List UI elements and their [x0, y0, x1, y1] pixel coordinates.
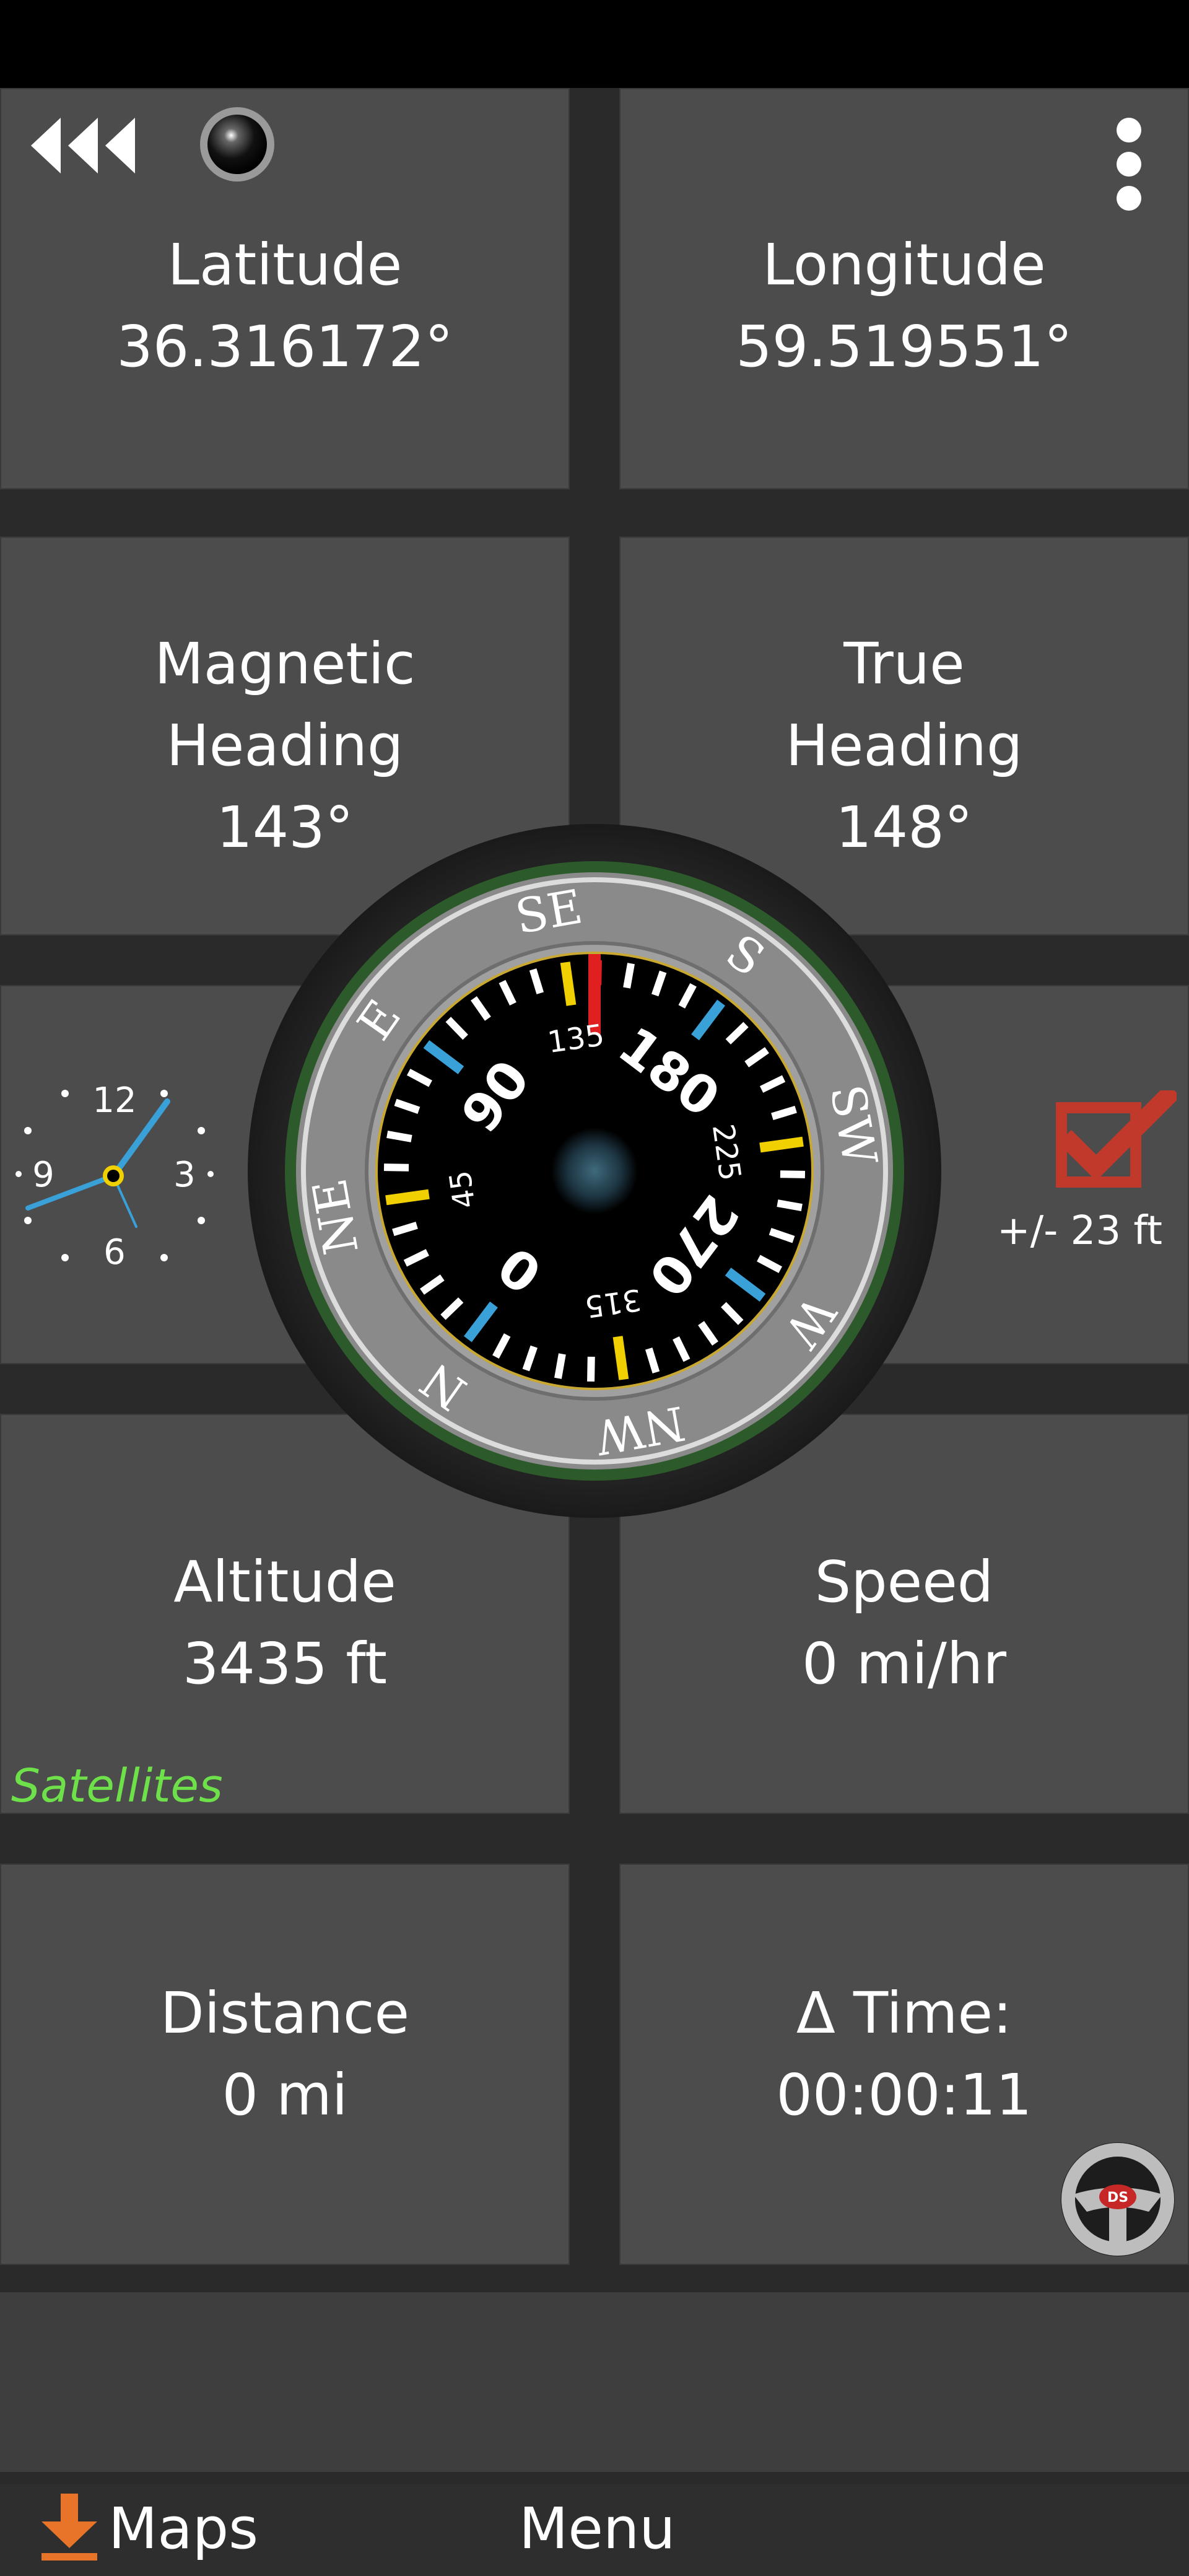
distance-tile[interactable]: Distance 0 mi [0, 1864, 570, 2265]
compass-hub [551, 1128, 638, 1214]
compass-tick [612, 1336, 629, 1380]
true-heading-label-2: Heading [785, 712, 1023, 779]
altitude-value: 3435 ft [182, 1631, 388, 1697]
clock-label-3: 3 [173, 1155, 196, 1195]
clock-label-9: 9 [32, 1155, 54, 1195]
magnetic-heading-label-1: Magnetic [154, 631, 416, 697]
clock-widget[interactable]: 12 3 6 9 [12, 1072, 217, 1276]
distance-value: 0 mi [222, 2062, 348, 2128]
distance-label: Distance [160, 1980, 410, 2046]
steering-badge: DS [1107, 2190, 1128, 2206]
checked-checkbox-icon[interactable] [1053, 1090, 1177, 1196]
steering-wheel-icon[interactable]: DS [1056, 2137, 1180, 2261]
latitude-label: Latitude [167, 232, 403, 298]
maps-button[interactable]: Maps [108, 2495, 258, 2562]
compass-tick [383, 1163, 409, 1172]
record-ball-icon[interactable] [197, 104, 277, 185]
compass-tick [554, 1353, 566, 1379]
bottom-panel [0, 2292, 1189, 2472]
true-heading-label-1: True [843, 631, 965, 697]
latitude-value: 36.316172° [116, 313, 453, 380]
longitude-label: Longitude [762, 232, 1046, 298]
status-bar [0, 0, 1189, 88]
compass-ring-label: SE [512, 878, 586, 944]
compass-tick [385, 1189, 430, 1206]
compass-tick [780, 1170, 806, 1178]
clock-label-6: 6 [103, 1232, 126, 1273]
compass-tick [777, 1199, 803, 1211]
compass-tick [386, 1131, 412, 1142]
longitude-tile[interactable]: Longitude 59.519551° [619, 88, 1189, 489]
delta-time-value: 00:00:11 [776, 2062, 1032, 2128]
speed-value: 0 mi/hr [801, 1631, 1007, 1697]
magnetic-heading-label-2: Heading [166, 712, 404, 779]
clock-label-12: 12 [92, 1080, 136, 1121]
triple-chevron-left-icon[interactable] [25, 112, 142, 180]
compass-dial-label: 45 [443, 1168, 482, 1211]
compass-tick [623, 963, 635, 989]
menu-button[interactable]: Menu [519, 2495, 676, 2562]
speed-label: Speed [814, 1549, 994, 1615]
compass-tick [560, 962, 577, 1006]
compass-widget[interactable]: SESSWWNWNNEE 135 18022527031504590 [248, 799, 941, 1543]
vertical-dots-icon[interactable] [1107, 118, 1151, 211]
compass-tick [759, 1136, 804, 1153]
delta-time-label: Δ Time: [796, 1980, 1013, 2046]
altitude-label: Altitude [173, 1549, 396, 1615]
satellites-link[interactable]: Satellites [11, 1759, 223, 1813]
longitude-value: 59.519551° [736, 313, 1073, 380]
download-arrow-icon[interactable] [38, 2494, 100, 2562]
gps-accuracy-text: +/- 23 ft [997, 1208, 1162, 1254]
